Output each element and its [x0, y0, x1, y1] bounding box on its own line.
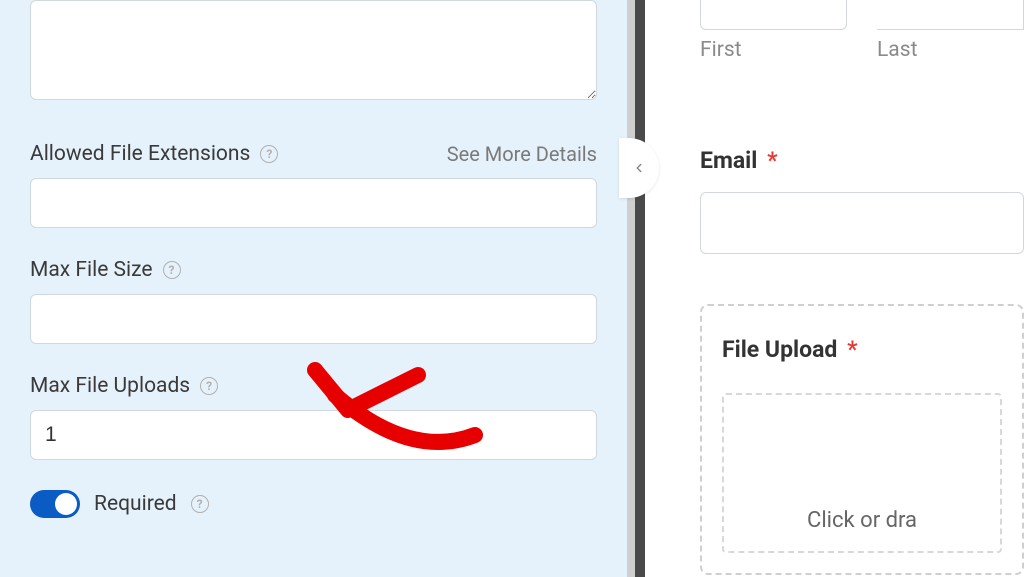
last-name-input[interactable]: [877, 0, 1024, 30]
name-field-group: First Last: [700, 0, 1024, 62]
see-more-link[interactable]: See More Details: [447, 142, 597, 166]
description-textarea[interactable]: [30, 0, 597, 100]
first-name-input[interactable]: [700, 0, 847, 30]
required-toggle-row: Required ?: [30, 490, 597, 518]
help-icon[interactable]: ?: [163, 261, 181, 279]
max-file-uploads-field: Max File Uploads ?: [30, 374, 597, 460]
help-icon[interactable]: ?: [260, 145, 278, 163]
last-name-sublabel: Last: [877, 38, 1024, 62]
allowed-extensions-input[interactable]: [30, 178, 597, 228]
panel-divider: [627, 0, 645, 577]
required-star-icon: *: [767, 147, 777, 174]
max-file-size-field: Max File Size ?: [30, 258, 597, 344]
file-upload-label: File Upload: [722, 336, 837, 363]
file-dropzone[interactable]: Click or dra: [722, 393, 1002, 553]
max-file-size-input[interactable]: [30, 294, 597, 344]
first-name-sublabel: First: [700, 38, 847, 62]
required-toggle[interactable]: [30, 490, 80, 518]
email-label: Email: [700, 147, 757, 174]
max-file-uploads-input[interactable]: [30, 410, 597, 460]
email-input[interactable]: [700, 192, 1024, 254]
form-preview-panel: First Last Email * File Upload * Click o…: [645, 0, 1024, 577]
required-star-icon: *: [847, 336, 857, 363]
chevron-left-icon: [632, 161, 646, 175]
allowed-extensions-label: Allowed File Extensions: [30, 142, 250, 166]
required-label: Required: [94, 492, 177, 516]
help-icon[interactable]: ?: [200, 377, 218, 395]
dropzone-text: Click or dra: [807, 508, 917, 533]
email-field: Email *: [700, 147, 1024, 254]
allowed-extensions-field: Allowed File Extensions ? See More Detai…: [30, 142, 597, 228]
max-file-uploads-label: Max File Uploads: [30, 374, 190, 398]
file-upload-field: File Upload * Click or dra: [700, 304, 1024, 575]
settings-panel: Allowed File Extensions ? See More Detai…: [0, 0, 627, 577]
max-file-size-label: Max File Size: [30, 258, 153, 282]
help-icon[interactable]: ?: [191, 495, 209, 513]
